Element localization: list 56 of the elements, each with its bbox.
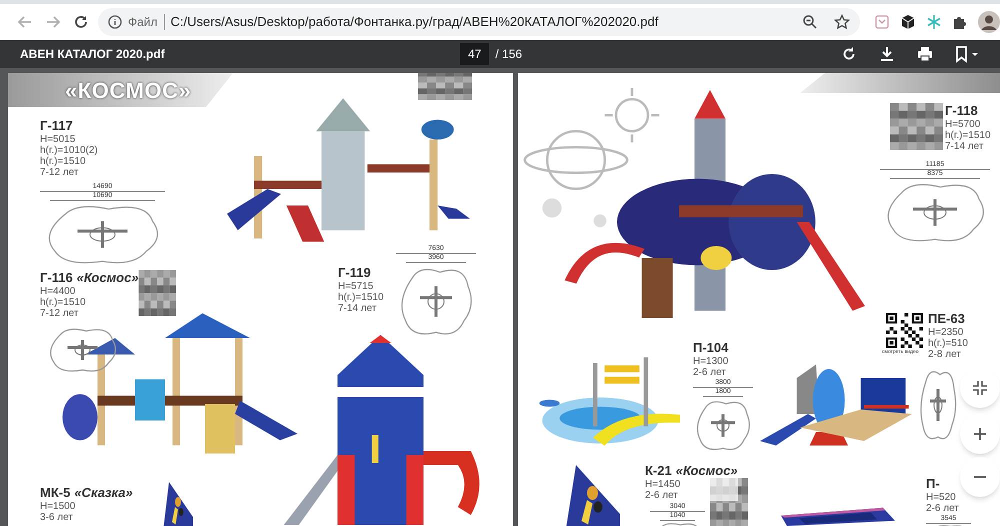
spec-line: H=2350 — [928, 327, 964, 338]
spec-line: H=5015 — [40, 134, 76, 145]
product-code: П- — [926, 476, 940, 492]
product-name: «Сказка» — [74, 485, 133, 501]
url-text: C:/Users/Asus/Desktop/работа/Фонтанка.ру/град/АВЕН%20КАТАЛОГ%202020.pdf — [170, 13, 658, 32]
spec-line: 7-12 лет — [40, 167, 80, 178]
banner-title: «КОСМОС» — [65, 77, 192, 105]
star-icon[interactable] — [834, 14, 850, 30]
document-title: АВЕН КАТАЛОГ 2020.pdf — [20, 46, 166, 63]
product-code: К-21 — [645, 463, 672, 479]
product-code: ПЕ-63 — [928, 311, 965, 327]
spec-line: H=1450 — [645, 479, 682, 490]
spec-line: H=1300 — [693, 356, 728, 367]
download-icon[interactable] — [878, 45, 896, 63]
spec-line: h(г.)=1510 — [40, 297, 87, 308]
product-name: «Космос» — [676, 463, 738, 479]
spec-line: 7-12 лет — [40, 308, 80, 319]
plus-icon — [973, 427, 987, 441]
product-code: Г-118 — [945, 103, 978, 119]
spec-line: H=5715 — [338, 281, 374, 292]
spec-line: H=520 — [926, 492, 957, 503]
file-label: Файл — [128, 14, 158, 31]
spec-line: H=5700 — [945, 119, 982, 130]
page-number-field[interactable]: 47 — [460, 43, 490, 65]
reload-icon[interactable] — [72, 13, 90, 31]
spec-line: 2-8 лет — [928, 349, 962, 360]
spec-line: 2-6 лет — [645, 490, 679, 501]
puzzle-icon[interactable] — [952, 14, 968, 30]
spec-line: 2-6 лет — [926, 503, 959, 514]
spec-line: 7-14 лет — [338, 303, 378, 314]
product-name: «Космос» — [76, 270, 139, 286]
spec-line: h(г.)=510 — [928, 338, 968, 349]
qr-code — [886, 313, 923, 348]
spec-line: h(г.)=1510 — [338, 292, 384, 303]
product-code: Г-117 — [40, 118, 73, 134]
cube-icon[interactable] — [900, 14, 916, 30]
info-icon[interactable] — [108, 15, 122, 29]
spec-line: 3-6 лет — [40, 512, 74, 523]
spec-line: H=4400 — [40, 286, 76, 297]
product-code: Г-116 — [40, 270, 73, 286]
spec-line: H=1500 — [40, 501, 76, 512]
product-code: Г-119 — [338, 265, 371, 281]
fit-icon — [972, 380, 988, 396]
spec-line: 7-14 лет — [945, 141, 984, 152]
bookmark-icon[interactable] — [954, 45, 980, 63]
product-code: П-104 — [693, 340, 728, 356]
zoom-out-icon[interactable] — [802, 14, 818, 30]
address-bar[interactable]: Файл C:/Users/Asus/Desktop/работа/Фонтанка.ру/град/АВЕН%20КАТАЛОГ%202020.pdf — [98, 8, 860, 36]
page-count: / 156 — [495, 46, 522, 63]
product-code: МК-5 — [40, 485, 70, 501]
spec-line: h(г.)=1010(2) — [40, 145, 98, 156]
spec-line: h(г.)=1510 — [945, 130, 991, 141]
spec-line: h(г.)=1510 — [40, 156, 87, 167]
avatar-icon[interactable] — [978, 11, 1000, 33]
spec-line: 2-6 лет — [693, 367, 727, 378]
print-icon[interactable] — [916, 45, 934, 63]
